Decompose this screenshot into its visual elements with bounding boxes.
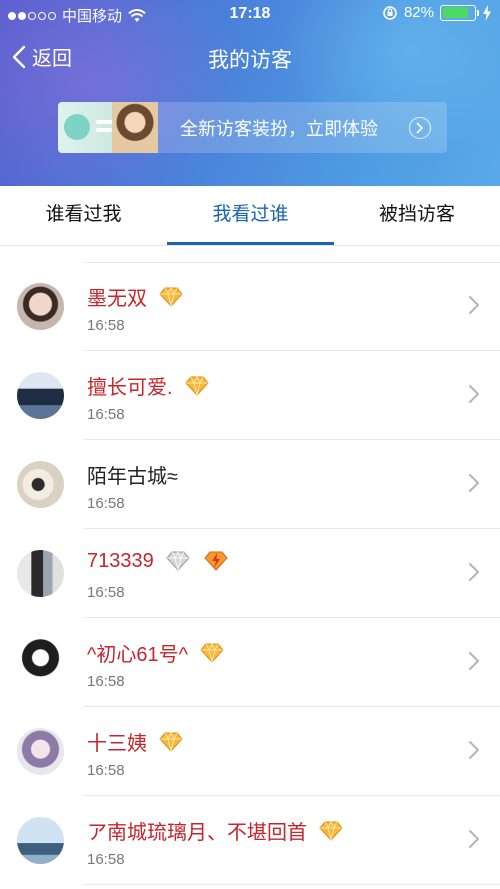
visit-time: 16:58 xyxy=(87,851,125,868)
visitor-tabs: 谁看过我 我看过谁 被挡访客 xyxy=(0,186,500,246)
charging-bolt-icon xyxy=(483,4,491,21)
tab-blocked-visitors[interactable]: 被挡访客 xyxy=(334,186,500,246)
avatar[interactable] xyxy=(17,728,64,775)
visitor-name: 713339 xyxy=(87,549,154,572)
list-item[interactable]: ^初心61号^ 16:58 xyxy=(0,618,500,707)
list-item[interactable]: ア南城琉璃月、不堪回首 16:58 xyxy=(0,796,500,885)
avatar[interactable] xyxy=(17,461,64,508)
banner-image xyxy=(58,102,158,153)
visitor-name: ア南城琉璃月、不堪回首 xyxy=(87,822,307,844)
page-title: 我的访客 xyxy=(208,49,292,72)
status-bar: 中国移动 17:18 82% xyxy=(0,0,500,28)
visitor-name: 擅长可爱. xyxy=(87,377,173,399)
avatar[interactable] xyxy=(17,817,64,864)
visit-time: 16:58 xyxy=(87,673,125,690)
list-item[interactable]: 擅长可爱. 16:58 xyxy=(0,351,500,440)
visitor-name: ^初心61号^ xyxy=(87,644,189,666)
name-row: 713339 xyxy=(87,549,230,573)
chevron-right-icon xyxy=(469,830,479,848)
navigation-bar: 返回 我的访客 xyxy=(0,36,500,76)
orientation-lock-icon xyxy=(383,5,397,20)
tab-who-viewed-me[interactable]: 谁看过我 xyxy=(0,186,167,246)
name-row: ^初心61号^ xyxy=(87,638,226,667)
visitor-name: 陌年古城≈ xyxy=(87,466,178,488)
chevron-right-icon xyxy=(469,385,479,403)
chevron-right-icon xyxy=(469,563,479,581)
chevron-right-icon xyxy=(469,474,479,492)
chevron-right-icon xyxy=(469,296,479,314)
active-tab-indicator xyxy=(167,242,334,245)
visit-time: 16:58 xyxy=(87,495,125,512)
name-row: 擅长可爱. xyxy=(87,371,211,400)
name-row: 十三姨 xyxy=(87,727,185,756)
visitor-decoration-banner[interactable]: 全新访客装扮，立即体验 xyxy=(58,102,447,153)
gold-diamond-icon xyxy=(159,731,183,752)
visitor-name: 墨无双 xyxy=(87,288,147,310)
name-row: ア南城琉璃月、不堪回首 xyxy=(87,816,345,845)
visit-time: 16:58 xyxy=(87,406,125,423)
visit-time: 16:58 xyxy=(87,584,125,601)
chevron-right-icon xyxy=(469,741,479,759)
battery-percent: 82% xyxy=(403,4,434,21)
avatar[interactable] xyxy=(17,372,64,419)
name-row: 墨无双 xyxy=(87,282,185,311)
visitor-name: 十三姨 xyxy=(87,733,147,755)
gold-diamond-icon xyxy=(159,286,183,307)
banner-text: 全新访客装扮，立即体验 xyxy=(180,118,378,139)
battery-fill xyxy=(442,7,468,18)
avatar[interactable] xyxy=(17,550,64,597)
list-item[interactable]: 十三姨 16:58 xyxy=(0,707,500,796)
chevron-right-icon xyxy=(469,652,479,670)
gold-diamond-icon xyxy=(184,375,209,396)
list-item[interactable]: 713339 16:58 xyxy=(0,529,500,618)
status-right: 82% xyxy=(382,4,492,21)
avatar[interactable] xyxy=(17,283,64,330)
visitor-list: 墨无双 16:58 擅长可爱. 16:58 陌年古城≈ 16:58 713339… xyxy=(0,262,500,885)
super-vip-diamond-icon xyxy=(204,551,228,571)
gold-diamond-icon xyxy=(200,642,224,663)
name-row: 陌年古城≈ xyxy=(87,460,178,489)
tab-whom-i-viewed[interactable]: 我看过谁 xyxy=(167,186,334,246)
visit-time: 16:58 xyxy=(87,317,125,334)
list-item[interactable]: 墨无双 16:58 xyxy=(0,262,500,351)
silver-diamond-icon xyxy=(166,551,190,571)
list-item[interactable]: 陌年古城≈ 16:58 xyxy=(0,440,500,529)
visit-time: 16:58 xyxy=(87,762,125,779)
battery-icon xyxy=(440,4,479,21)
gold-diamond-icon xyxy=(319,820,343,841)
arrow-right-circle-icon[interactable] xyxy=(409,116,431,139)
avatar[interactable] xyxy=(17,639,64,686)
